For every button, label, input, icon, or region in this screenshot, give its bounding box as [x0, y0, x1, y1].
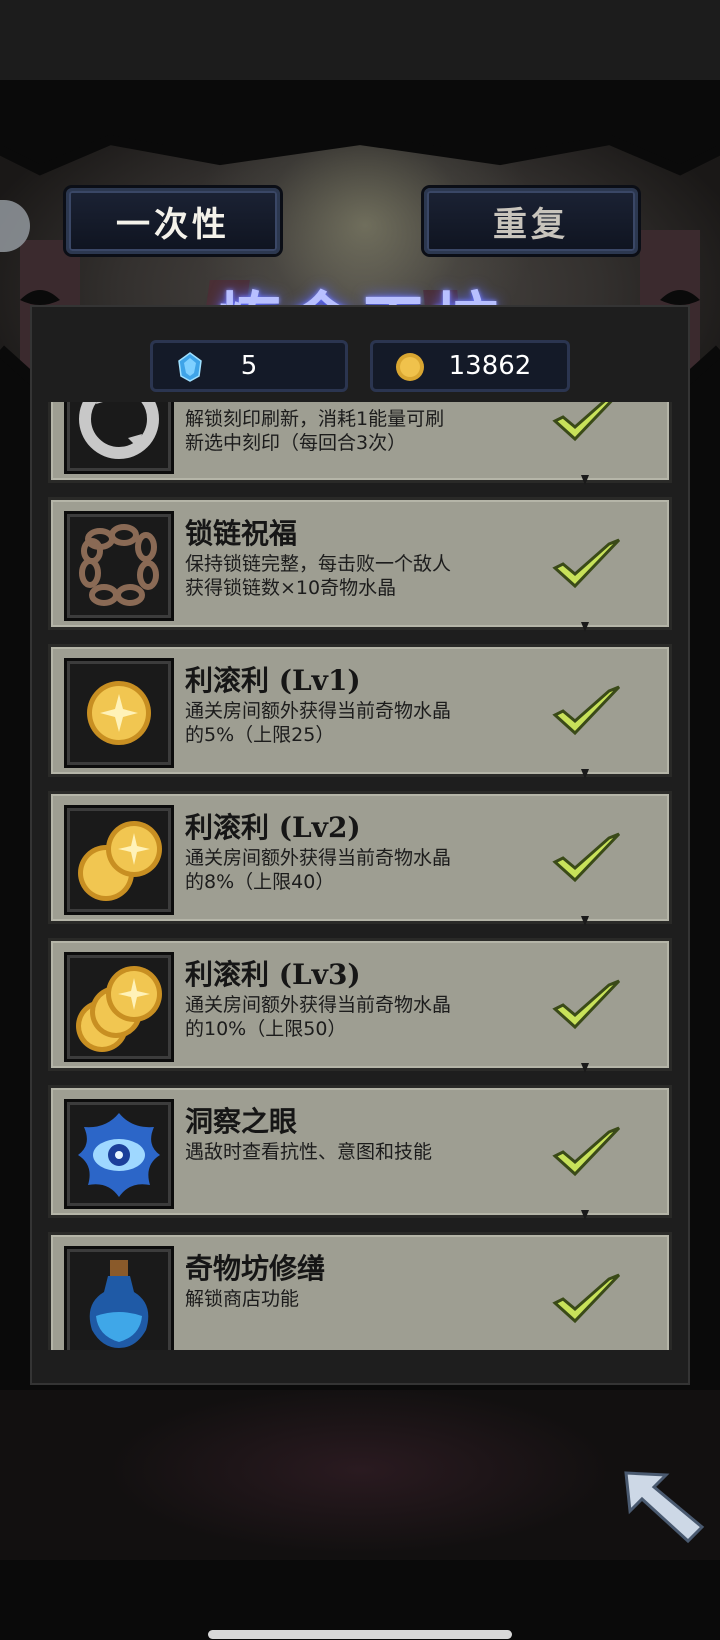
list-item[interactable]: 锁链祝福 保持锁链完整，每击败一个敌人获得锁链数×10奇物水晶: [48, 497, 672, 632]
crystal-counter: 5: [150, 340, 348, 392]
item-name: 利滚利 (Lv3): [185, 958, 361, 991]
check-icon: [552, 1126, 621, 1177]
item-name: 洞察之眼: [185, 1105, 298, 1138]
two-coins-icon: [67, 808, 171, 912]
item-description: 遇敌时查看抗性、意图和技能: [185, 1141, 433, 1163]
item-description: 解锁刻印刷新，消耗1能量可刷新选中刻印（每回合3次）: [185, 408, 445, 454]
refresh-icon: [67, 402, 171, 471]
list-item[interactable]: 利滚利 (Lv2) 通关房间额外获得当前奇物水晶的8%（上限40）: [48, 791, 672, 926]
item-name: 利滚利 (Lv2): [185, 811, 361, 844]
item-description: 通关房间额外获得当前奇物水晶的10%（上限50）: [185, 994, 452, 1040]
item-name: 奇物坊修缮: [185, 1252, 326, 1285]
list-item[interactable]: 解锁刻印刷新，消耗1能量可刷新选中刻印（每回合3次）: [48, 402, 672, 485]
check-icon: [552, 402, 613, 442]
back-arrow-icon[interactable]: [622, 1465, 708, 1545]
check-icon: [552, 832, 621, 883]
list-item[interactable]: 利滚利 (Lv3) 通关房间额外获得当前奇物水晶的10%（上限50）: [48, 938, 672, 1073]
bottom-frame: [0, 1390, 720, 1560]
item-name: 利滚利 (Lv1): [185, 664, 361, 697]
potion-icon: [67, 1249, 171, 1350]
tab-one-time[interactable]: 一次性: [66, 188, 280, 254]
three-coins-icon: [67, 955, 171, 1059]
coin-count: 13862: [448, 351, 532, 381]
item-description: 解锁商店功能: [185, 1288, 300, 1310]
home-indicator[interactable]: [208, 1630, 512, 1639]
list-item[interactable]: 洞察之眼 遇敌时查看抗性、意图和技能: [48, 1085, 672, 1220]
status-bar: [0, 0, 720, 80]
chain-icon: [67, 514, 171, 618]
crystal-count: 5: [240, 351, 258, 381]
tab-repeat[interactable]: 重复: [424, 188, 638, 254]
check-icon: [552, 685, 621, 736]
item-name: 锁链祝福: [185, 517, 298, 550]
check-icon: [552, 538, 621, 589]
upgrade-list[interactable]: 解锁刻印刷新，消耗1能量可刷新选中刻印（每回合3次） 锁链祝福 保持锁链完整，每…: [48, 402, 672, 1350]
item-description: 通关房间额外获得当前奇物水晶的8%（上限40）: [185, 847, 452, 893]
coin-counter: 13862: [370, 340, 570, 392]
check-icon: [552, 979, 621, 1030]
list-item[interactable]: 奇物坊修缮 解锁商店功能: [48, 1232, 672, 1350]
check-icon: [552, 1273, 621, 1324]
item-description: 通关房间额外获得当前奇物水晶的5%（上限25）: [185, 700, 452, 746]
eye-icon: [67, 1102, 171, 1206]
list-item[interactable]: 利滚利 (Lv1) 通关房间额外获得当前奇物水晶的5%（上限25）: [48, 644, 672, 779]
item-description: 保持锁链完整，每击败一个敌人获得锁链数×10奇物水晶: [185, 553, 452, 599]
coin-icon: [67, 661, 171, 765]
